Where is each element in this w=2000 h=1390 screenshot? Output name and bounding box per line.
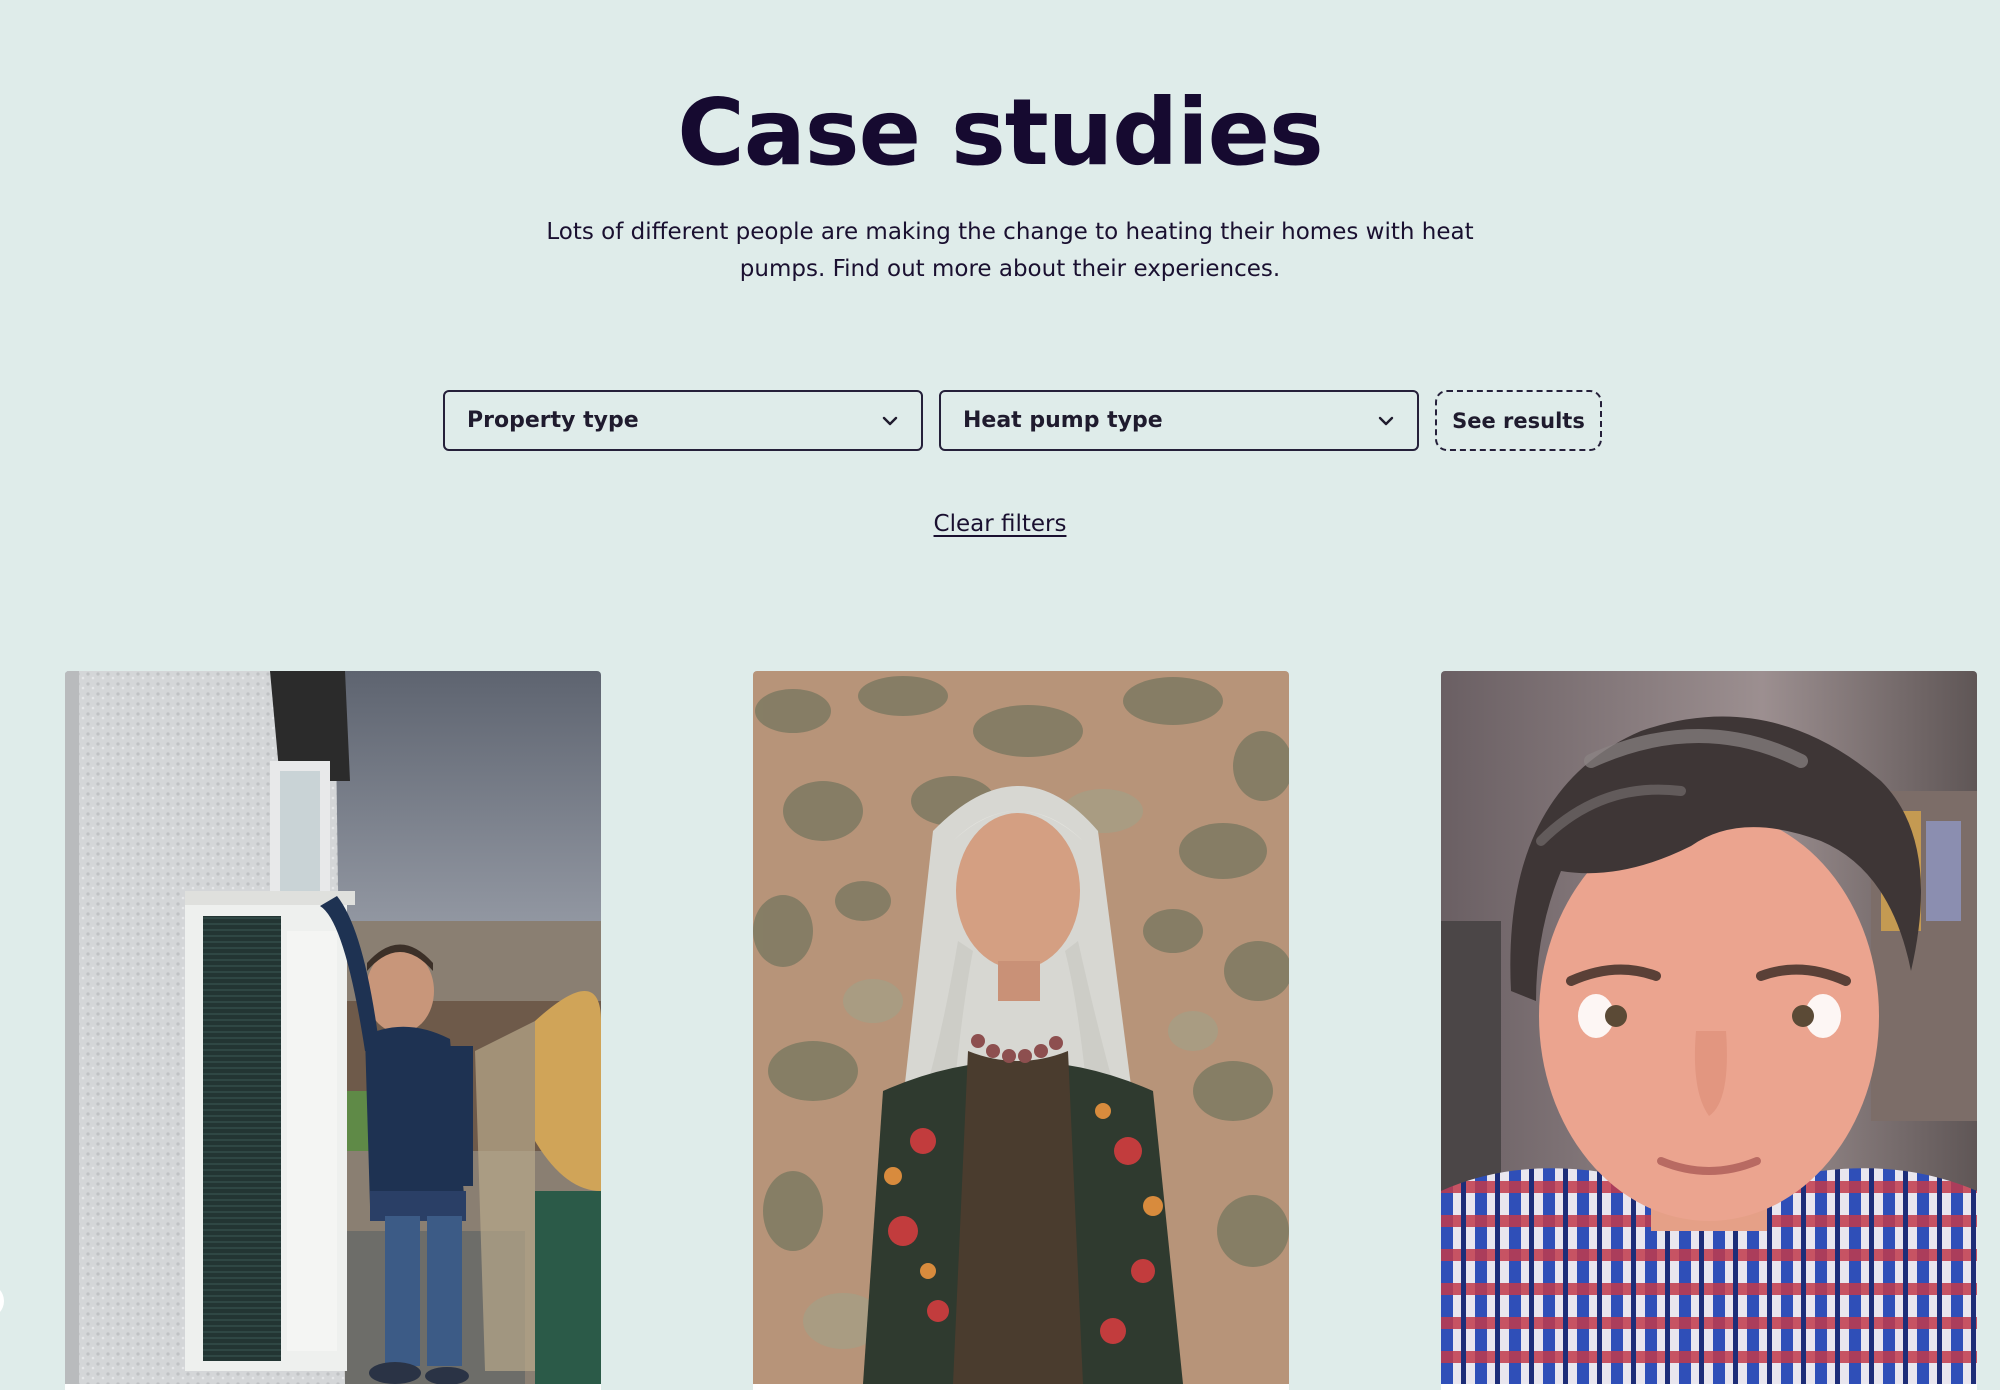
man-selfie-photo[interactable]	[1441, 671, 1977, 1384]
property-type-select[interactable]: Property type	[443, 390, 923, 451]
see-results-button[interactable]: See results	[1435, 390, 1602, 451]
chevron-down-icon	[881, 412, 899, 430]
property-type-label: Property type	[467, 408, 639, 433]
page-title: Case studies	[677, 79, 1324, 186]
card-strip	[753, 1384, 1289, 1390]
card-strip	[1441, 1384, 1977, 1390]
woman-in-front-of-stone-wall-photo[interactable]	[753, 671, 1289, 1384]
man-beside-heat-pump-photo[interactable]	[65, 671, 601, 1384]
side-tab-handle[interactable]	[0, 1284, 4, 1318]
filter-bar: Property type Heat pump type See results	[443, 390, 1602, 451]
page-intro: Lots of different people are making the …	[546, 219, 1474, 282]
heat-pump-type-select[interactable]: Heat pump type	[939, 390, 1419, 451]
case-studies-page: Case studies Lots of different people ar…	[0, 0, 2000, 1390]
chevron-down-icon	[1377, 412, 1395, 430]
clear-filters-link[interactable]: Clear filters	[934, 511, 1067, 537]
heat-pump-type-label: Heat pump type	[963, 408, 1163, 433]
card-strip	[65, 1384, 601, 1390]
clear-filters-row: Clear filters	[0, 511, 2000, 537]
